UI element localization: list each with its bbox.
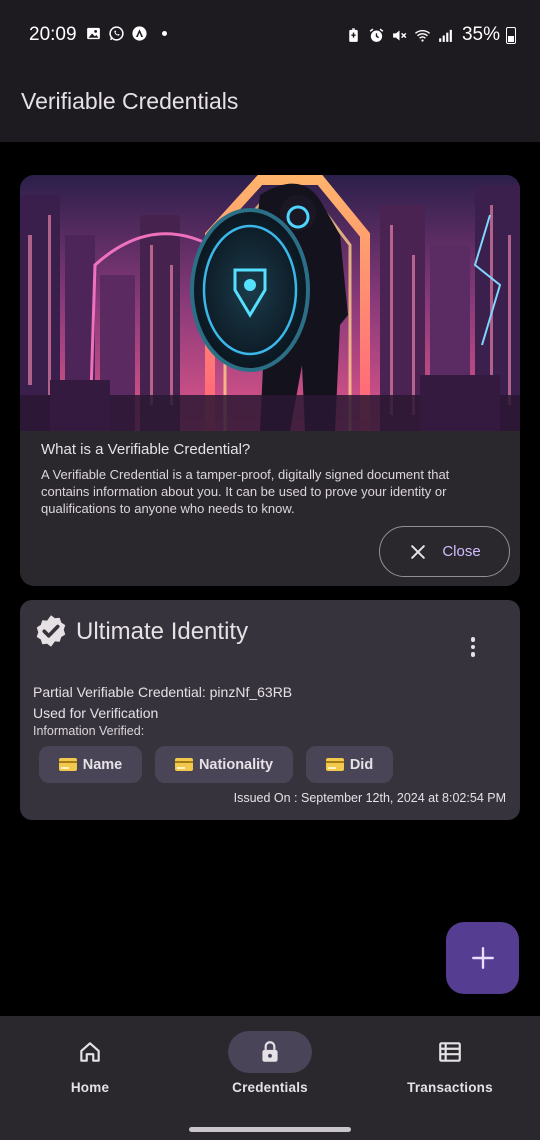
notification-icons bbox=[85, 25, 167, 42]
battery-percent: 35% bbox=[461, 24, 500, 45]
signal-icon bbox=[439, 29, 452, 42]
mute-icon bbox=[393, 30, 407, 40]
alarm-icon bbox=[369, 28, 384, 42]
info-description: A Verifiable Credential is a tamper-proo… bbox=[41, 467, 450, 516]
close-button[interactable]: Close bbox=[379, 526, 510, 577]
battery-saver-icon bbox=[349, 27, 358, 42]
close-button-label: Close bbox=[442, 543, 481, 560]
hero-illustration bbox=[20, 175, 520, 431]
add-credential-button[interactable] bbox=[446, 922, 519, 994]
issued-date: Issued On : September 12th, 2024 at 8:02… bbox=[233, 791, 506, 805]
status-time: 20:09 bbox=[29, 24, 77, 45]
nav-item-home[interactable]: Home bbox=[0, 1016, 180, 1120]
wifi-icon bbox=[414, 29, 431, 42]
chip-label: Name bbox=[82, 756, 123, 773]
chip-did[interactable]: Did bbox=[306, 746, 393, 783]
credential-title: Ultimate Identity bbox=[76, 618, 249, 645]
chip-label: Nationality bbox=[198, 756, 274, 773]
app-icon bbox=[132, 26, 147, 41]
more-notifications-icon bbox=[162, 31, 167, 36]
nav-item-credentials[interactable]: Credentials bbox=[180, 1016, 360, 1120]
battery-icon bbox=[506, 26, 516, 44]
nav-label-home: Home bbox=[70, 1080, 110, 1095]
information-verified-label: Information Verified: bbox=[33, 724, 145, 738]
bottom-navigation: Home Credentials Transactions bbox=[0, 1016, 540, 1140]
credential-card[interactable]: Ultimate Identity Partial Verifiable Cre… bbox=[20, 600, 520, 820]
credential-usage: Used for Verification bbox=[33, 705, 159, 721]
page-title: Verifiable Credentials bbox=[21, 88, 239, 114]
lock-icon bbox=[262, 1041, 278, 1062]
credential-id: Partial Verifiable Credential: pinzNf_63… bbox=[33, 684, 293, 700]
whatsapp-icon bbox=[109, 26, 124, 41]
plus-icon bbox=[471, 947, 494, 969]
system-icons: 35% bbox=[345, 24, 516, 46]
home-indicator[interactable] bbox=[189, 1127, 351, 1132]
more-vert-icon bbox=[470, 637, 476, 642]
app-bar: Verifiable Credentials bbox=[0, 70, 540, 142]
credit-card-icon bbox=[325, 758, 344, 771]
credit-card-icon bbox=[174, 758, 193, 771]
verified-badge-icon bbox=[36, 615, 66, 647]
close-icon bbox=[411, 544, 426, 559]
info-card: What is a Verifiable Credential? A Verif… bbox=[20, 175, 520, 586]
chip-label: Did bbox=[349, 756, 374, 773]
gallery-icon bbox=[87, 27, 100, 40]
info-title: What is a Verifiable Credential? bbox=[41, 441, 251, 458]
more-options-button[interactable] bbox=[458, 632, 488, 662]
home-icon bbox=[80, 1042, 100, 1062]
status-bar: 20:09 35% bbox=[0, 0, 540, 70]
credit-card-icon bbox=[58, 758, 77, 771]
nav-label-credentials: Credentials bbox=[232, 1080, 308, 1095]
list-icon bbox=[439, 1042, 461, 1062]
chip-nationality[interactable]: Nationality bbox=[155, 746, 293, 783]
nav-item-transactions[interactable]: Transactions bbox=[360, 1016, 540, 1120]
chip-name[interactable]: Name bbox=[39, 746, 142, 783]
nav-label-transactions: Transactions bbox=[407, 1080, 493, 1095]
